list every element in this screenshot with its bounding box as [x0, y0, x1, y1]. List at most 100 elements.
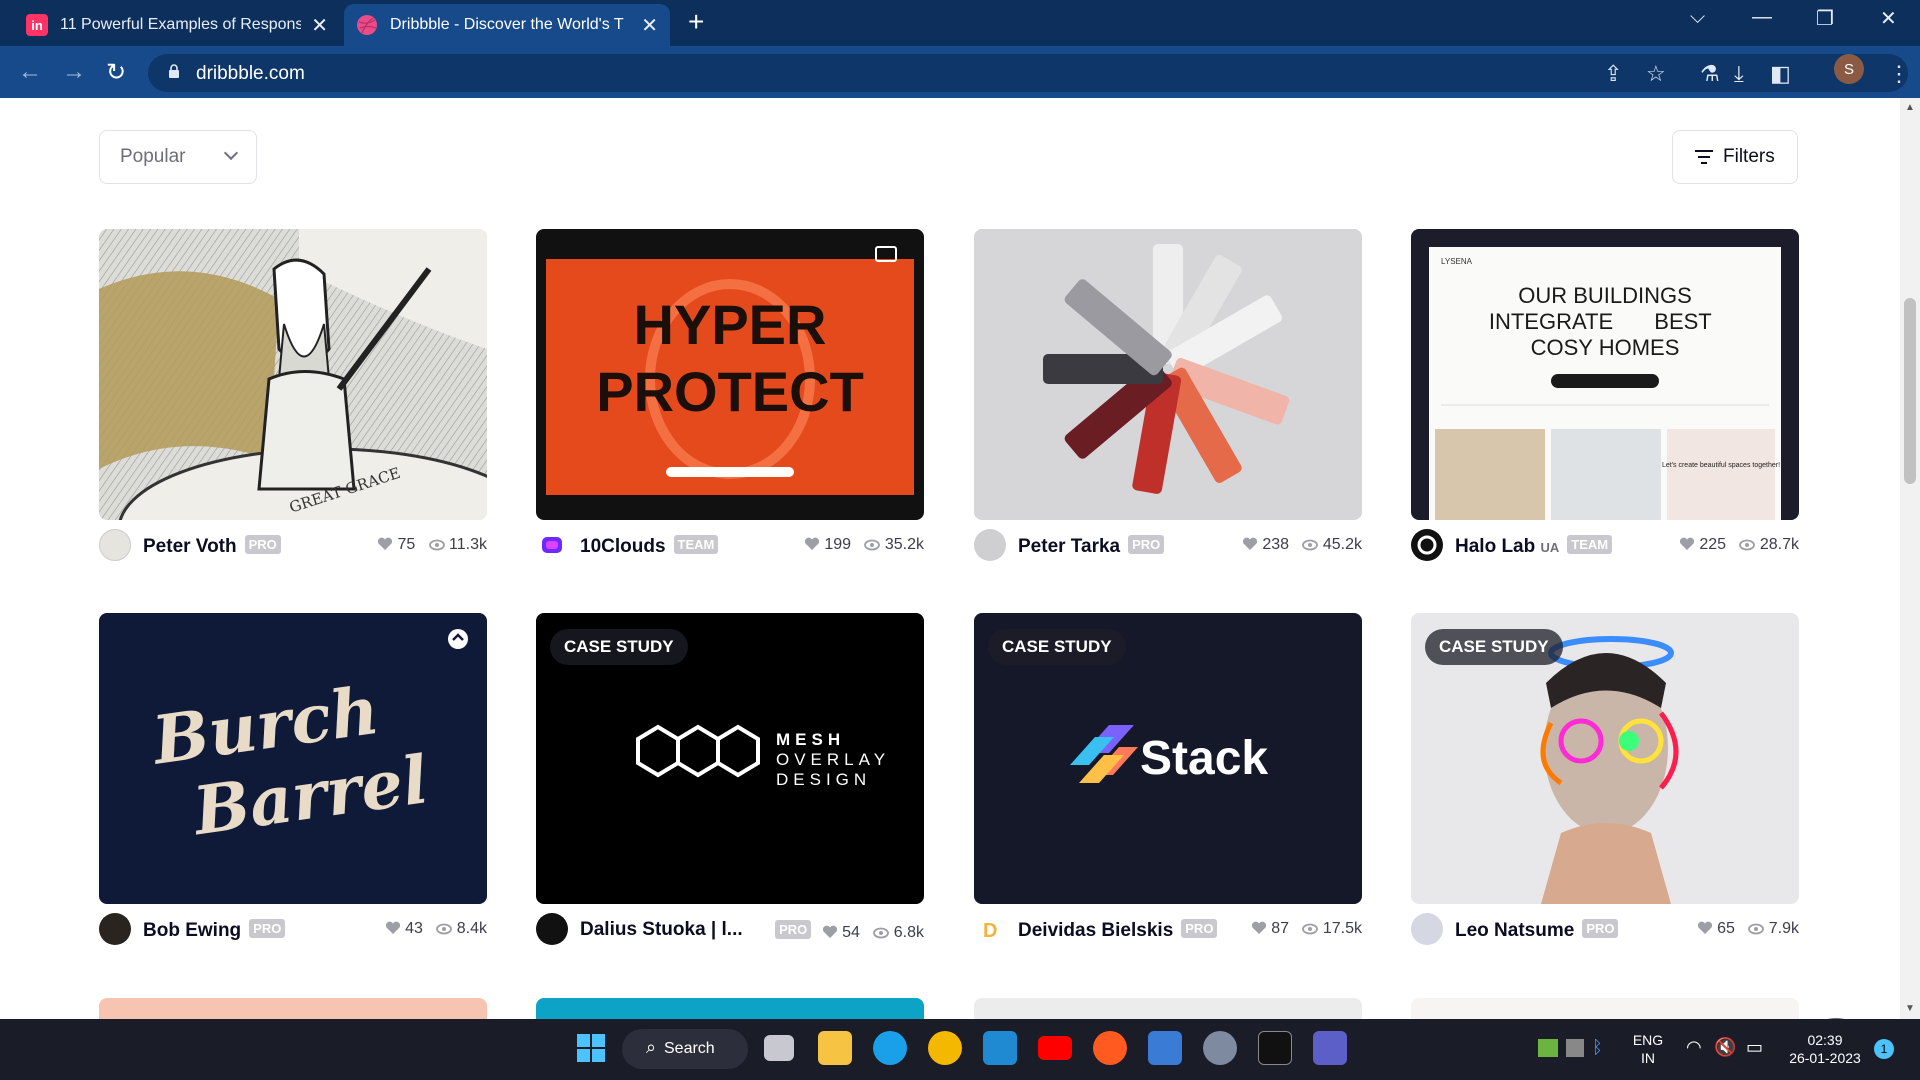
shot-stats: 43 8.4k: [385, 920, 487, 938]
scroll-up-arrow-icon[interactable]: ▲: [1905, 102, 1915, 113]
taskbar-search[interactable]: ⌕ Search: [622, 1029, 748, 1069]
eye-icon: [1302, 923, 1319, 935]
shot-thumbnail-partial[interactable]: [99, 998, 487, 1019]
chrome-canary-icon[interactable]: [928, 1031, 962, 1065]
eye-icon: [436, 923, 453, 935]
scrollbar-thumb[interactable]: [1904, 298, 1916, 484]
shot-stats: 65 7.9k: [1697, 920, 1799, 938]
shot-thumbnail-keyboards-3d[interactable]: [974, 229, 1362, 520]
avatar[interactable]: [536, 529, 568, 561]
heart-icon[interactable]: [804, 537, 820, 551]
close-tab-icon[interactable]: ✕: [641, 13, 658, 38]
shot-thumbnail-partial[interactable]: [536, 998, 924, 1019]
author-name[interactable]: Leo Natsume PRO: [1455, 919, 1619, 942]
address-bar[interactable]: dribbble.com ⇪ ☆ ⚗ ⤓ ◧ ⋮: [148, 54, 1910, 92]
side-panel-icon[interactable]: ◧: [1770, 61, 1791, 87]
terminal-icon[interactable]: [1258, 1031, 1292, 1065]
clock-date: 26-01-2023: [1789, 1050, 1861, 1066]
heart-icon[interactable]: [1679, 537, 1695, 551]
shot-thumbnail-real-estate-site[interactable]: LYSENA OUR BUILDINGS INTEGRATE BEST COSY…: [1411, 229, 1799, 520]
avatar[interactable]: D: [974, 913, 1006, 945]
shot-thumbnail-partial[interactable]: [974, 998, 1362, 1019]
notification-badge[interactable]: 1: [1874, 1039, 1894, 1059]
tray-app-icon[interactable]: [1566, 1039, 1584, 1057]
close-window-button[interactable]: ✕: [1880, 6, 1897, 31]
heart-icon[interactable]: [1251, 921, 1267, 935]
restore-button[interactable]: ❐: [1816, 6, 1834, 31]
minimize-button[interactable]: —: [1752, 6, 1772, 29]
task-view-icon[interactable]: [764, 1035, 794, 1061]
heart-icon[interactable]: [1242, 537, 1258, 551]
shot-thumbnail-knight-illustration[interactable]: GREAT GRACE: [99, 229, 487, 520]
heart-icon[interactable]: [822, 925, 838, 939]
author-name[interactable]: Deividas Bielskis PRO: [1018, 919, 1218, 942]
author-name[interactable]: Dalius Stuoka | l...: [580, 919, 743, 941]
author-name[interactable]: Bob Ewing PRO: [143, 919, 286, 942]
reload-icon[interactable]: ↻: [106, 58, 126, 87]
wifi-icon[interactable]: ◠: [1686, 1037, 1702, 1058]
author-name[interactable]: 10Clouds TEAM: [580, 535, 719, 558]
youtube-icon[interactable]: [1038, 1036, 1072, 1060]
page-scrollbar[interactable]: ▲ ▼: [1900, 98, 1920, 1019]
shot-thumbnail-mesh-overlay[interactable]: MESH OVERLAY DESIGN CASE STUDY: [536, 613, 924, 904]
teams-icon[interactable]: [1313, 1031, 1347, 1065]
volume-muted-icon[interactable]: 🔇: [1714, 1037, 1736, 1058]
heart-icon[interactable]: [377, 537, 393, 551]
shot-thumbnail-stack-logo[interactable]: Stack CASE STUDY: [974, 613, 1362, 904]
bluetooth-icon[interactable]: ᛒ: [1592, 1037, 1603, 1058]
shot-thumbnail-neon-character[interactable]: CASE STUDY: [1411, 613, 1799, 904]
microsoft-store-icon[interactable]: [1148, 1031, 1182, 1065]
settings-gear-icon[interactable]: [1203, 1031, 1237, 1065]
shot-stats: 75 11.3k: [377, 536, 487, 554]
profile-avatar[interactable]: S: [1834, 54, 1864, 84]
edge-browser-icon[interactable]: [873, 1031, 907, 1065]
likes-count: 65: [1717, 920, 1735, 937]
heart-icon[interactable]: [385, 921, 401, 935]
labs-flask-icon[interactable]: ⚗: [1700, 61, 1720, 87]
heart-icon[interactable]: [1697, 921, 1713, 935]
share-icon[interactable]: ⇪: [1604, 61, 1622, 87]
avatar[interactable]: [99, 913, 131, 945]
avatar[interactable]: [99, 529, 131, 561]
avatar[interactable]: [1411, 913, 1443, 945]
browser-toolbar: ← → ↻ dribbble.com ⇪ ☆ ⚗ ⤓ ◧ ⋮ S: [0, 46, 1920, 98]
shot-thumbnail-partial[interactable]: [1411, 998, 1799, 1019]
nvidia-tray-icon[interactable]: [1538, 1039, 1558, 1057]
shot-stats: 238 45.2k: [1242, 536, 1362, 554]
menu-kebab-icon[interactable]: ⋮: [1888, 61, 1910, 87]
shot-thumbnail-hyper-protect[interactable]: HYPER PROTECT: [536, 229, 924, 520]
back-arrow-icon[interactable]: ←: [18, 58, 42, 86]
avatar[interactable]: [536, 913, 568, 945]
download-icon[interactable]: ⤓: [1734, 61, 1744, 87]
file-explorer-icon[interactable]: [818, 1031, 852, 1065]
tab-search-chevron-icon[interactable]: ⌵: [1690, 6, 1705, 29]
avatar[interactable]: [1411, 529, 1443, 561]
shot-thumbnail-burch-barrel[interactable]: Burch Barrel: [99, 613, 487, 904]
views-count: 35.2k: [884, 536, 924, 553]
scroll-down-arrow-icon[interactable]: ▼: [1905, 1003, 1915, 1014]
compass-app-icon[interactable]: [1093, 1031, 1127, 1065]
battery-icon[interactable]: ▭: [1746, 1037, 1763, 1058]
author-name[interactable]: Peter Voth PRO: [143, 535, 281, 558]
filters-button[interactable]: Filters: [1672, 130, 1798, 184]
vscode-icon[interactable]: [983, 1031, 1017, 1065]
author-name[interactable]: Halo Lab UA TEAM: [1455, 535, 1613, 558]
start-windows-icon[interactable]: [574, 1031, 608, 1065]
tab-dribbble[interactable]: Dribbble - Discover the World's T ✕: [344, 4, 670, 46]
pro-badge: PRO: [244, 535, 281, 554]
clock[interactable]: 02:39 26-01-2023: [1780, 1031, 1870, 1067]
shot-stats: 199 35.2k: [804, 536, 924, 554]
bookmark-star-icon[interactable]: ☆: [1646, 61, 1666, 87]
author-name[interactable]: Peter Tarka PRO: [1018, 535, 1165, 558]
team-badge: TEAM: [1567, 535, 1613, 554]
avatar[interactable]: [974, 529, 1006, 561]
forward-arrow-icon[interactable]: →: [62, 58, 86, 86]
shot-stats: 87 17.5k: [1251, 920, 1362, 938]
clock-time: 02:39: [1807, 1032, 1843, 1048]
art-wordmark-3: DESIGN: [776, 770, 871, 789]
tab-invision[interactable]: in 11 Powerful Examples of Respons ✕: [14, 4, 340, 46]
language-indicator[interactable]: ENG IN: [1630, 1031, 1666, 1067]
close-tab-icon[interactable]: ✕: [311, 13, 328, 38]
new-tab-button[interactable]: +: [688, 6, 704, 38]
sort-dropdown[interactable]: Popular: [99, 130, 257, 184]
